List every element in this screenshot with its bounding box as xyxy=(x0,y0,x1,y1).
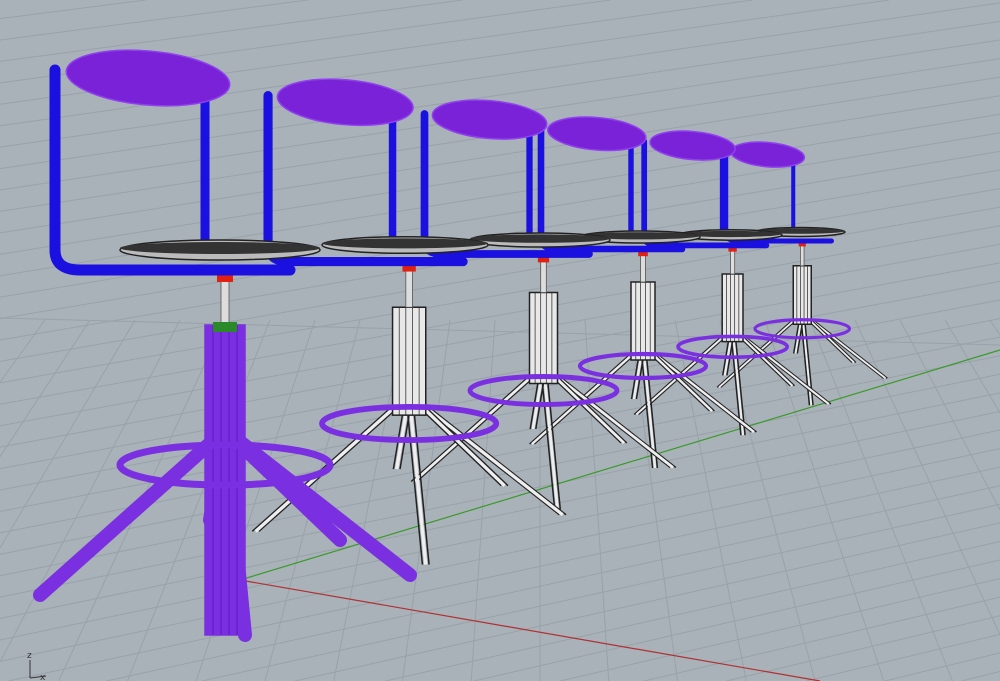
stool-column xyxy=(630,281,656,361)
stool-back-pad xyxy=(649,130,736,161)
scene-canvas[interactable] xyxy=(0,0,1000,681)
stool-seat-top xyxy=(120,242,320,254)
stool-leg xyxy=(407,394,428,565)
grid-line xyxy=(473,559,1000,681)
grid-line xyxy=(854,319,1000,636)
stool-gas-post xyxy=(730,250,736,275)
stool-column xyxy=(391,306,427,416)
stool-gas-post xyxy=(540,260,547,293)
stool-gas-post xyxy=(405,269,413,308)
stool-back-pad xyxy=(276,78,414,127)
grid-line xyxy=(884,652,1000,681)
grid-line xyxy=(0,0,308,41)
grid-line xyxy=(0,355,1000,555)
grid-line xyxy=(0,0,147,20)
stool[interactable] xyxy=(716,139,888,406)
stool-column xyxy=(204,324,246,636)
grid-horizon xyxy=(0,317,1000,346)
stool-back-pad xyxy=(730,141,806,168)
stool-back-pad xyxy=(65,49,231,107)
stool-gas-post xyxy=(640,254,646,283)
stool-gas-post xyxy=(800,245,805,267)
grid-line xyxy=(806,633,1000,681)
stool-seat-top xyxy=(470,234,610,243)
stool-seat-top xyxy=(322,238,488,249)
grid-line xyxy=(0,319,91,458)
x-axis-line xyxy=(239,579,821,681)
grid-line xyxy=(0,262,1000,448)
grid-line xyxy=(989,319,1000,336)
grid-line xyxy=(294,522,1000,681)
grid-line xyxy=(961,670,1000,681)
grid-line xyxy=(726,615,1000,681)
grid-line xyxy=(0,280,1000,470)
stool-gas-post xyxy=(220,279,230,326)
grid-line xyxy=(0,319,46,383)
stool-column xyxy=(528,291,559,385)
stool-leg xyxy=(803,312,888,379)
stool-column xyxy=(721,273,744,343)
grid-line xyxy=(560,578,1000,681)
stool-back-pad xyxy=(547,116,647,152)
grid-line xyxy=(385,540,1000,681)
rhino-perspective-viewport[interactable]: z x xyxy=(0,0,1000,681)
stool-back-pad xyxy=(431,99,548,140)
y-axis-line xyxy=(239,349,1000,581)
grid-line xyxy=(0,410,1000,620)
stool-column xyxy=(792,265,812,325)
stool-lower-collar xyxy=(213,322,237,332)
